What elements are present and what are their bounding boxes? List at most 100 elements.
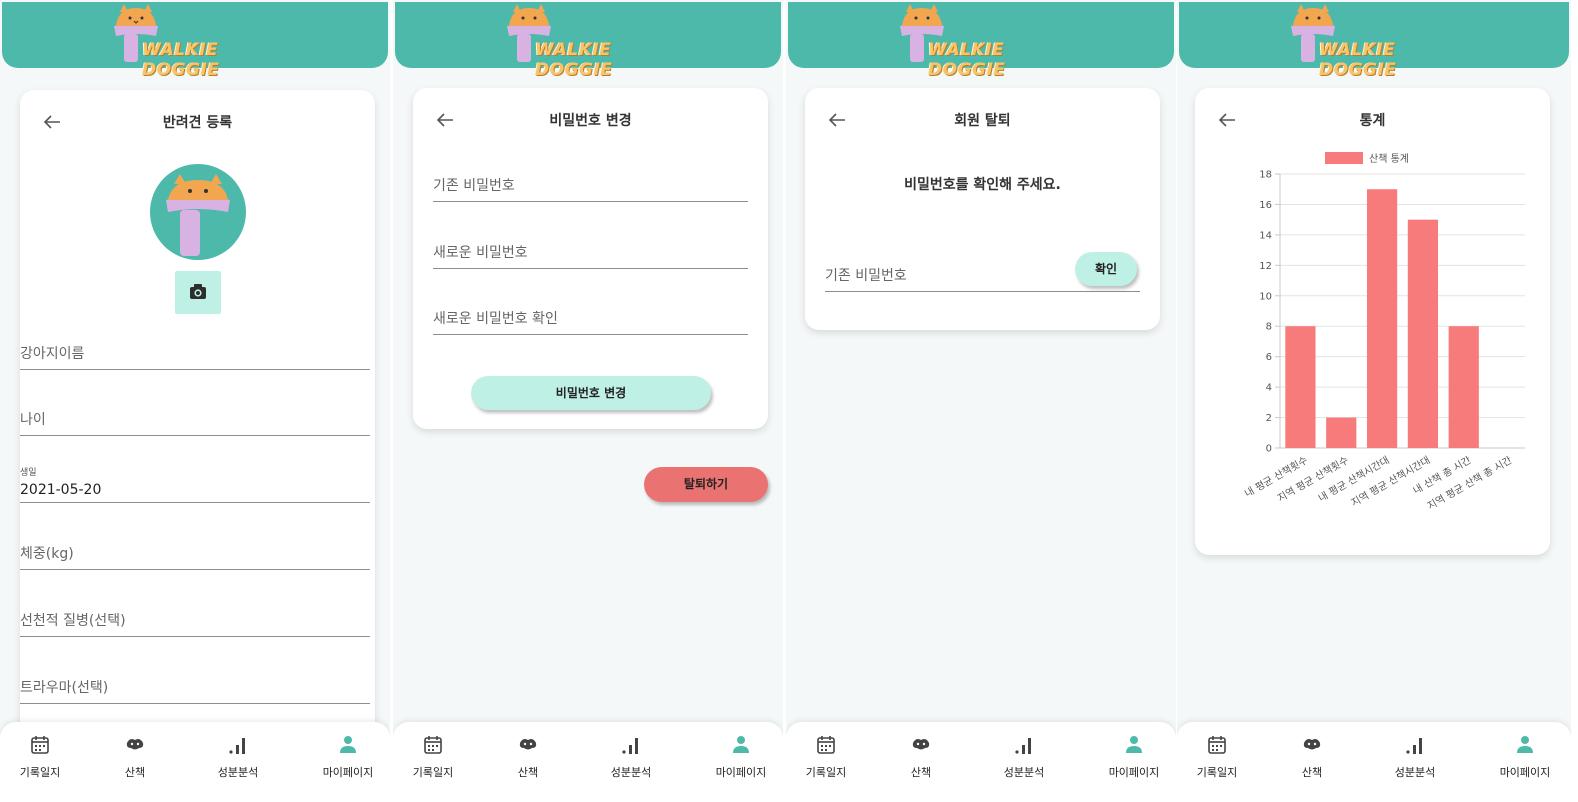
brand-logo[interactable]: WALKIE DOGGIE [106,2,296,80]
change-password-button[interactable]: 비밀번호 변경 [471,376,711,410]
nav-label: 성분분석 [1003,766,1045,779]
brand-logo[interactable]: WALKIE DOGGIE [892,2,1082,80]
age-placeholder: 나이 [20,412,46,428]
disease-field[interactable]: 선천적 질병(선택) [20,605,370,637]
signal-bars-icon [229,738,245,754]
nav-item-person[interactable]: 마이페이지 [706,734,776,780]
nav-label: 기록일지 [19,766,61,779]
nav-item-paw[interactable]: 산책 [493,734,563,780]
paw-icon [126,739,144,750]
person-icon [1517,736,1533,753]
statistics-card: 통계 산책 통계 0 2 4 6 8 10 12 14 16 18 내 평균 산책횟수 지역 평균 산책… [1195,88,1550,555]
nav-label: 산책 [1301,766,1323,779]
trauma-placeholder: 트라우마(선택) [20,680,109,696]
current-password-field[interactable]: 기존 비밀번호 [433,170,748,202]
calendar-icon [424,736,442,754]
person-icon [1126,736,1142,753]
nav-label: 산책 [124,766,146,779]
bar [1326,417,1357,448]
nav-item-paw[interactable]: 산책 [1277,734,1347,780]
paw-icon [1303,739,1321,750]
nav-item-paw[interactable]: 산책 [100,734,170,780]
bar [1448,326,1479,448]
screen-pet-registration: WALKIE DOGGIE 반려견 등록 강아지이름 나이 생일 2021-05… [0,0,390,802]
nav-item-person[interactable]: 마이페이지 [1099,734,1169,780]
nav-label: 마이페이지 [1108,766,1160,779]
trauma-field[interactable]: 트라우마(선택) [20,672,370,704]
change-password-card: 비밀번호 변경 기존 비밀번호 새로운 비밀번호 새로운 비밀번호 확인 비밀번… [413,88,768,429]
camera-icon [190,284,206,299]
legend-label: 산책 통계 [1369,153,1409,165]
nav-item-person[interactable]: 마이페이지 [1490,734,1560,780]
disease-placeholder: 선천적 질병(선택) [20,613,126,629]
nav-item-paw[interactable]: 산책 [886,734,956,780]
screen-change-password: WALKIE DOGGIE 비밀번호 변경 기존 비밀번호 새로운 비밀번호 새… [393,0,783,802]
y-tick-label: 6 [1266,352,1272,363]
withdraw-card: 회원 탈퇴 비밀번호를 확인해 주세요. 기존 비밀번호 확인 [805,88,1160,330]
y-tick-label: 10 [1259,291,1272,302]
current-password-placeholder: 기존 비밀번호 [825,268,907,284]
new-password-field[interactable]: 새로운 비밀번호 [433,237,748,269]
nav-item-calendar[interactable]: 기록일지 [5,734,75,780]
brand-logo[interactable]: WALKIE DOGGIE [499,2,689,80]
pet-avatar[interactable] [150,164,246,260]
y-tick-label: 4 [1266,383,1272,394]
nav-item-calendar[interactable]: 기록일지 [1182,734,1252,780]
weight-field[interactable]: 체중(kg) [20,538,370,570]
dog-name-placeholder: 강아지이름 [20,346,85,362]
brand-wordmark: WALKIE DOGGIE [535,40,613,80]
person-icon [340,736,356,753]
confirm-password-field[interactable]: 새로운 비밀번호 확인 [433,303,748,335]
camera-button[interactable] [175,271,221,314]
y-tick-label: 2 [1266,413,1272,424]
birthday-label: 생일 [20,468,37,478]
withdraw-button[interactable]: 탈퇴하기 [644,467,768,502]
y-tick-label: 12 [1259,261,1272,272]
nav-item-person[interactable]: 마이페이지 [313,734,383,780]
y-tick-label: 16 [1259,200,1272,211]
brand-wordmark: WALKIE DOGGIE [928,40,1006,80]
current-password-placeholder: 기존 비밀번호 [433,178,515,194]
calendar-icon [817,736,835,754]
bottom-nav: 기록일지 산책 성분분석 마이페이지 [393,722,783,802]
nav-label: 성분분석 [217,766,259,779]
nav-label: 기록일지 [1196,766,1238,779]
signal-bars-icon [1406,738,1422,754]
bar [1366,189,1398,448]
nav-item-signal-bars[interactable]: 성분분석 [203,734,273,780]
new-password-placeholder: 새로운 비밀번호 [433,245,528,261]
app-header: WALKIE DOGGIE [1179,2,1569,80]
page-title: 회원 탈퇴 [954,113,1011,129]
confirm-button[interactable]: 확인 [1075,252,1137,286]
app-header: WALKIE DOGGIE [395,2,781,80]
dog-name-field[interactable]: 강아지이름 [20,338,370,370]
age-field[interactable]: 나이 [20,404,370,436]
nav-item-calendar[interactable]: 기록일지 [398,734,468,780]
y-tick-label: 18 [1259,170,1272,181]
dog-mascot-icon [166,174,230,256]
bottom-nav: 기록일지 산책 성분분석 마이페이지 [1177,722,1571,802]
calendar-icon [1208,736,1226,754]
nav-label: 산책 [517,766,539,779]
app-header: WALKIE DOGGIE [788,2,1174,80]
nav-label: 성분분석 [1394,766,1436,779]
birthday-field[interactable]: 생일 2021-05-20 [20,468,370,503]
nav-label: 기록일지 [805,766,847,779]
nav-item-signal-bars[interactable]: 성분분석 [1380,734,1450,780]
birthday-value: 2021-05-20 [20,482,102,498]
confirm-prompt: 비밀번호를 확인해 주세요. [904,177,1061,193]
nav-item-calendar[interactable]: 기록일지 [791,734,861,780]
confirm-password-placeholder: 새로운 비밀번호 확인 [433,311,558,327]
nav-item-signal-bars[interactable]: 성분분석 [989,734,1059,780]
bar [1285,326,1316,448]
app-header: WALKIE DOGGIE [2,2,388,80]
person-icon [733,736,749,753]
y-tick-label: 14 [1259,230,1272,241]
paw-icon [519,739,537,750]
brand-logo[interactable]: WALKIE DOGGIE [1283,2,1473,80]
page-title: 통계 [1359,113,1386,129]
bar [1407,219,1439,448]
nav-item-signal-bars[interactable]: 성분분석 [596,734,666,780]
nav-label: 성분분석 [610,766,652,779]
calendar-icon [31,736,49,754]
